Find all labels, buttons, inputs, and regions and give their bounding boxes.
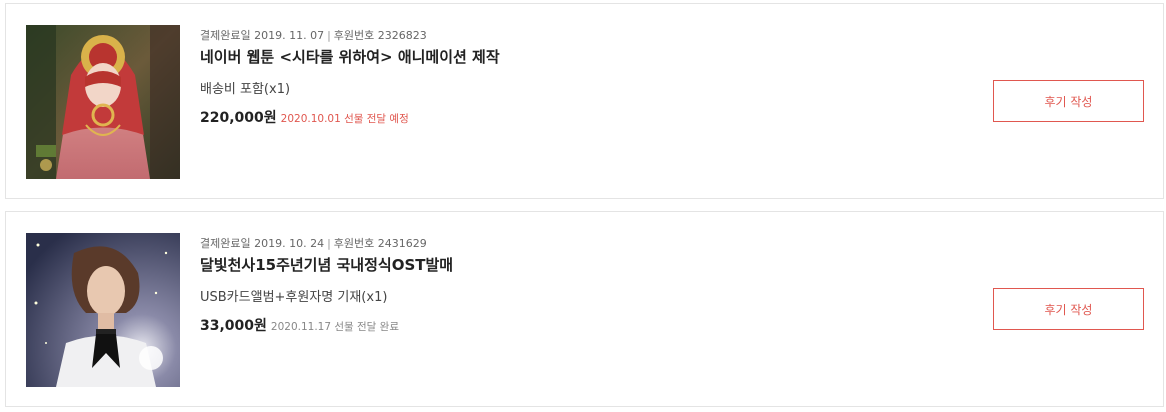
sponsor-number: 후원번호 2326823 [333,29,427,42]
reward-option: 배송비 포함(x1) [200,82,291,97]
project-title[interactable]: 네이버 웹툰 <시타를 위하여> 애니메이션 제작 [200,46,500,67]
order-card: 결제완료일 2019. 11. 07 | 후원번호 2326823 네이버 웹툰 <… [5,3,1164,199]
delivery-status: 2020.11.17 선물 전달 완료 [270,321,399,333]
price-row: 33,000원 2020.11.17 선물 전달 완료 [200,315,399,335]
sponsor-number: 후원번호 2431629 [333,237,427,250]
payment-date: 결제완료일 2019. 10. 24 [200,237,325,250]
project-thumbnail[interactable] [26,233,180,387]
price: 220,000원 [200,110,277,126]
order-card: 결제완료일 2019. 10. 24 | 후원번호 2431629 달빛천사15주년… [5,211,1164,407]
delivery-status: 2020.10.01 선물 전달 예정 [280,113,409,125]
meta-separator: | [327,237,331,250]
price: 33,000원 [200,318,267,334]
webtoon-bride-illustration [26,25,180,179]
project-title[interactable]: 달빛천사15주년기념 국내정식OST발매 [200,254,453,275]
order-meta: 결제완료일 2019. 11. 07 | 후원번호 2326823 [200,27,427,43]
write-review-button[interactable]: 후기 작성 [993,288,1144,330]
singer-portrait-photo [26,233,180,387]
price-row: 220,000원 2020.10.01 선물 전달 예정 [200,107,409,127]
payment-date: 결제완료일 2019. 11. 07 [200,29,325,42]
meta-separator: | [327,29,331,42]
write-review-button[interactable]: 후기 작성 [993,80,1144,122]
project-thumbnail[interactable] [26,25,180,179]
reward-option: USB카드앨범+후원자명 기재(x1) [200,290,388,305]
order-meta: 결제완료일 2019. 10. 24 | 후원번호 2431629 [200,235,427,251]
